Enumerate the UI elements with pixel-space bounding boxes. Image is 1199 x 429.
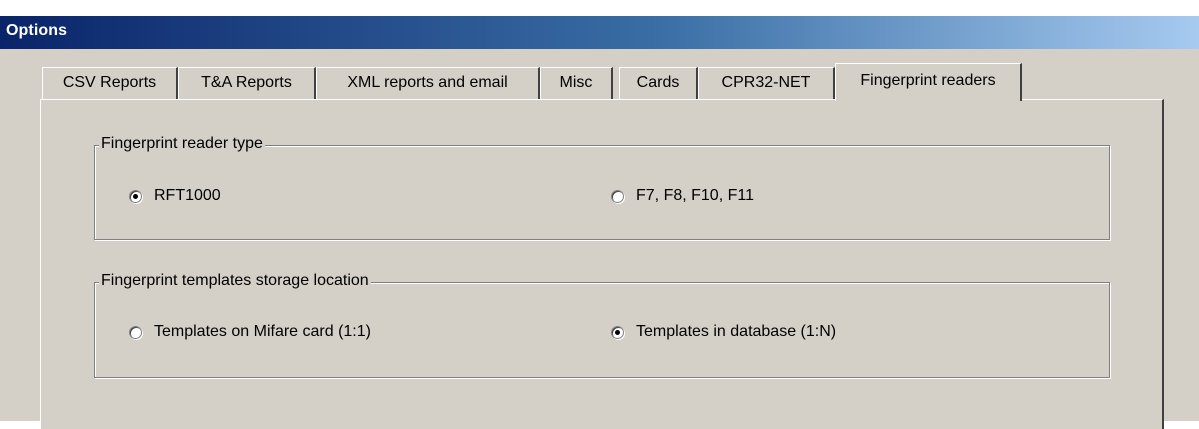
reader-type-group-label: Fingerprint reader type [99,135,265,153]
tab-ta-reports[interactable]: T&A Reports [178,67,316,100]
radio-templates-on-mifare-card-indicator[interactable] [129,325,142,339]
radio-rft1000[interactable]: RFT1000 [129,187,221,205]
radio-templates-in-database[interactable]: Templates in database (1:N) [611,323,836,341]
tab-misc[interactable]: Misc [540,67,613,100]
tab-cpr32-net[interactable]: CPR32-NET [698,67,835,100]
window-title: Options [6,22,68,39]
title-bar[interactable] [0,16,1199,49]
tab-cards[interactable]: Cards [619,67,698,100]
tab-panel-fingerprint-readers: Fingerprint reader type RFT1000 F7, F8, … [40,99,1164,429]
radio-f7-f8-f10-f11-label: F7, F8, F10, F11 [636,187,754,204]
radio-f7-f8-f10-f11-indicator[interactable] [611,189,624,203]
radio-templates-on-mifare-card-label: Templates on Mifare card (1:1) [154,323,371,340]
radio-templates-in-database-indicator[interactable] [611,325,624,339]
reader-type-groupbox: Fingerprint reader type RFT1000 F7, F8, … [94,135,1110,240]
storage-location-group-label: Fingerprint templates storage location [99,272,371,290]
tab-xml-reports-email[interactable]: XML reports and email [316,67,540,100]
radio-f7-f8-f10-f11[interactable]: F7, F8, F10, F11 [611,187,754,205]
radio-rft1000-indicator[interactable] [129,189,142,203]
tab-fingerprint-readers[interactable]: Fingerprint readers [835,63,1022,101]
title-bar-area: Options [0,0,1199,49]
radio-templates-on-mifare-card[interactable]: Templates on Mifare card (1:1) [129,323,371,341]
radio-templates-in-database-label: Templates in database (1:N) [636,323,837,340]
tab-csv-reports[interactable]: CSV Reports [42,67,178,100]
storage-location-groupbox: Fingerprint templates storage location T… [94,272,1110,378]
radio-rft1000-label: RFT1000 [154,187,221,204]
